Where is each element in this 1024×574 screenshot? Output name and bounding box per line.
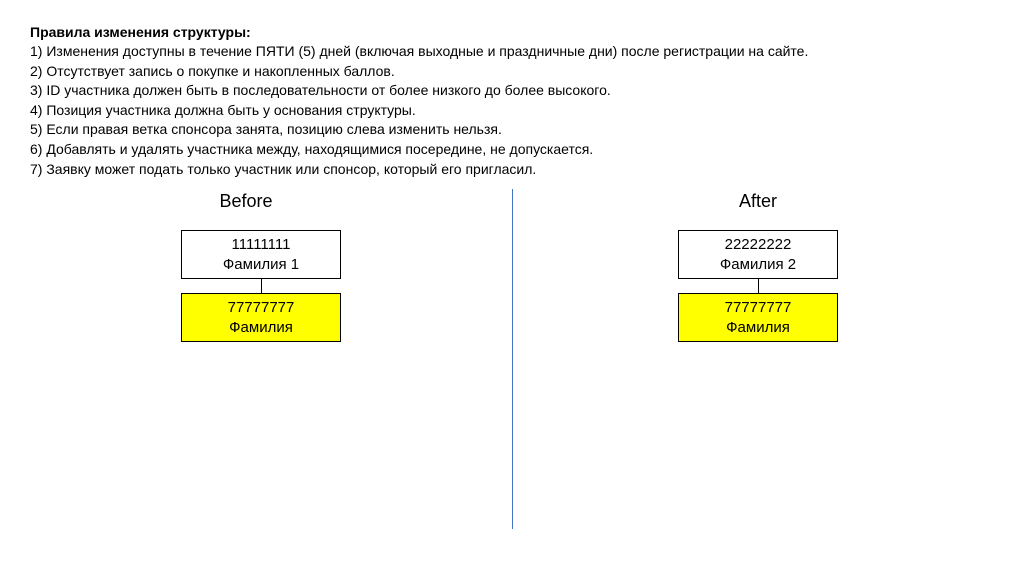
after-parent-name: Фамилия 2: [679, 255, 837, 275]
rule-line: 2) Отсутствует запись о покупке и накопл…: [30, 62, 994, 82]
rule-line: 7) Заявку может подать только участник и…: [30, 160, 994, 180]
after-child-name: Фамилия: [679, 318, 837, 338]
after-parent-node: 22222222 Фамилия 2: [678, 230, 838, 279]
rule-line: 4) Позиция участника должна быть у основ…: [30, 101, 994, 121]
before-child-node: 77777777 Фамилия: [181, 293, 341, 342]
before-parent-node: 11111111 Фамилия 1: [181, 230, 341, 279]
rules-title: Правила изменения структуры:: [30, 24, 994, 40]
connector-line: [758, 279, 759, 293]
rule-line: 3) ID участника должен быть в последоват…: [30, 81, 994, 101]
before-column: Before 11111111 Фамилия 1 77777777 Фамил…: [0, 189, 512, 342]
after-column: After 22222222 Фамилия 2 77777777 Фамили…: [512, 189, 1024, 342]
after-parent-id: 22222222: [679, 235, 837, 255]
before-parent-id: 11111111: [182, 235, 340, 255]
after-child-node: 77777777 Фамилия: [678, 293, 838, 342]
rules-section: Правила изменения структуры: 1) Изменени…: [0, 0, 1024, 189]
connector-line: [261, 279, 262, 293]
before-parent-name: Фамилия 1: [182, 255, 340, 275]
before-child-id: 77777777: [182, 298, 340, 318]
before-child-name: Фамилия: [182, 318, 340, 338]
after-title: After: [492, 191, 1024, 212]
rule-line: 6) Добавлять и удалять участника между, …: [30, 140, 994, 160]
diagram-area: Before 11111111 Фамилия 1 77777777 Фамил…: [0, 189, 1024, 569]
rule-line: 5) Если правая ветка спонсора занята, по…: [30, 120, 994, 140]
rule-line: 1) Изменения доступны в течение ПЯТИ (5)…: [30, 42, 994, 62]
after-child-id: 77777777: [679, 298, 837, 318]
before-title: Before: [0, 191, 512, 212]
